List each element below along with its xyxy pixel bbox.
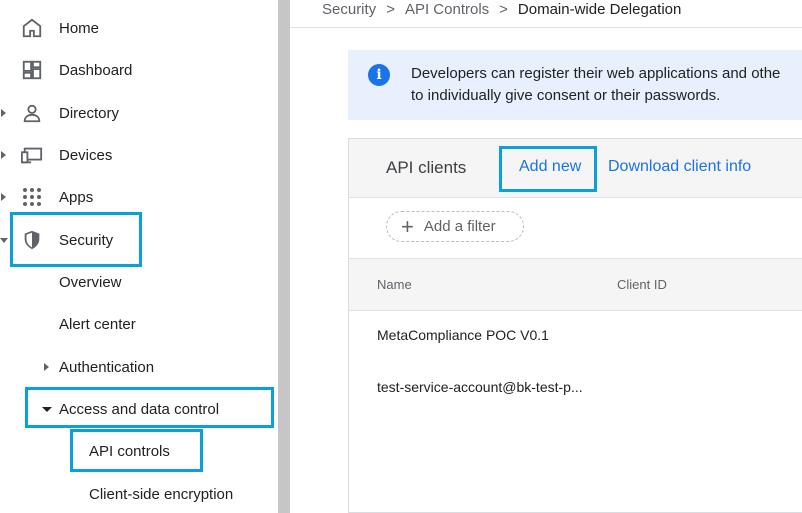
sidebar-item-overview[interactable]: Overview bbox=[59, 267, 122, 297]
sidebar-nav: Home Dashboard Directory Devices Apps Se bbox=[0, 0, 278, 513]
breadcrumb: Security > API Controls > Domain-wide De… bbox=[322, 0, 681, 18]
api-controls-highlight-box bbox=[70, 429, 203, 472]
info-icon: i bbox=[368, 64, 390, 86]
caret-right-icon[interactable] bbox=[43, 361, 51, 373]
info-banner-text: Developers can register their web applic… bbox=[411, 63, 780, 107]
add-filter-chip[interactable]: + Add a filter bbox=[386, 211, 524, 242]
breadcrumb-current: Domain-wide Delegation bbox=[517, 0, 682, 18]
person-icon bbox=[20, 101, 44, 125]
sidebar-item-home[interactable]: Home bbox=[0, 11, 278, 45]
home-icon bbox=[20, 16, 44, 40]
breadcrumb-separator: > bbox=[386, 0, 395, 18]
access-data-control-highlight-box bbox=[25, 387, 274, 428]
info-banner: i Developers can register their web appl… bbox=[348, 50, 802, 120]
client-name-cell: test-service-account@bk-test-p... bbox=[377, 379, 583, 395]
dashboard-icon bbox=[20, 58, 44, 82]
column-header-name[interactable]: Name bbox=[377, 277, 412, 292]
plus-icon: + bbox=[401, 213, 414, 239]
sidebar-item-directory[interactable]: Directory bbox=[0, 96, 278, 130]
column-header-client-id[interactable]: Client ID bbox=[617, 277, 667, 292]
api-clients-panel: API clients Add new Download client info… bbox=[348, 138, 802, 513]
sidebar-divider[interactable] bbox=[278, 0, 290, 513]
breadcrumb-item-api-controls[interactable]: API Controls bbox=[405, 1, 489, 18]
apps-grid-icon bbox=[20, 185, 44, 209]
panel-title: API clients bbox=[386, 158, 467, 177]
sidebar-item-devices[interactable]: Devices bbox=[0, 138, 278, 172]
breadcrumb-separator: > bbox=[499, 0, 508, 18]
caret-right-icon[interactable] bbox=[0, 191, 8, 203]
header-divider bbox=[290, 27, 802, 28]
caret-right-icon[interactable] bbox=[0, 107, 8, 119]
info-banner-line: Developers can register their web applic… bbox=[411, 65, 781, 82]
sidebar-item-label: Overview bbox=[59, 273, 122, 291]
sidebar-item-label: Authentication bbox=[59, 358, 155, 376]
client-name-cell: MetaCompliance POC V0.1 bbox=[377, 327, 549, 343]
sidebar-item-apps[interactable]: Apps bbox=[0, 180, 278, 214]
caret-right-icon[interactable] bbox=[0, 149, 8, 161]
add-filter-label: Add a filter bbox=[423, 218, 496, 235]
add-new-highlight-box bbox=[499, 146, 597, 192]
sidebar-item-label: Dashboard bbox=[59, 61, 133, 79]
table-row[interactable]: MetaCompliance POC V0.1 bbox=[349, 309, 802, 361]
sidebar-item-label: Apps bbox=[59, 188, 94, 206]
filter-bar: + Add a filter bbox=[349, 198, 802, 256]
security-highlight-box bbox=[10, 212, 142, 267]
sidebar-item-label: Directory bbox=[59, 104, 120, 122]
sidebar-item-client-side-encryption[interactable]: Client-side encryption bbox=[89, 479, 233, 509]
sidebar-item-label: Home bbox=[59, 19, 100, 37]
table-header: Name Client ID bbox=[349, 258, 802, 311]
sidebar-item-label: Client-side encryption bbox=[89, 485, 234, 503]
caret-down-icon[interactable] bbox=[0, 234, 8, 246]
sidebar-item-label: Devices bbox=[59, 146, 113, 164]
sidebar-item-dashboard[interactable]: Dashboard bbox=[0, 53, 278, 87]
sidebar-item-label: Alert center bbox=[59, 315, 136, 333]
sidebar-item-alert-center[interactable]: Alert center bbox=[59, 309, 136, 339]
download-client-info-button[interactable]: Download client info bbox=[608, 158, 751, 176]
info-banner-line: to individually give consent or their pa… bbox=[411, 87, 721, 104]
breadcrumb-item-security[interactable]: Security bbox=[322, 1, 376, 18]
sidebar-item-authentication[interactable]: Authentication bbox=[43, 352, 154, 382]
table-row[interactable]: test-service-account@bk-test-p... bbox=[349, 361, 802, 413]
devices-icon bbox=[20, 143, 44, 167]
